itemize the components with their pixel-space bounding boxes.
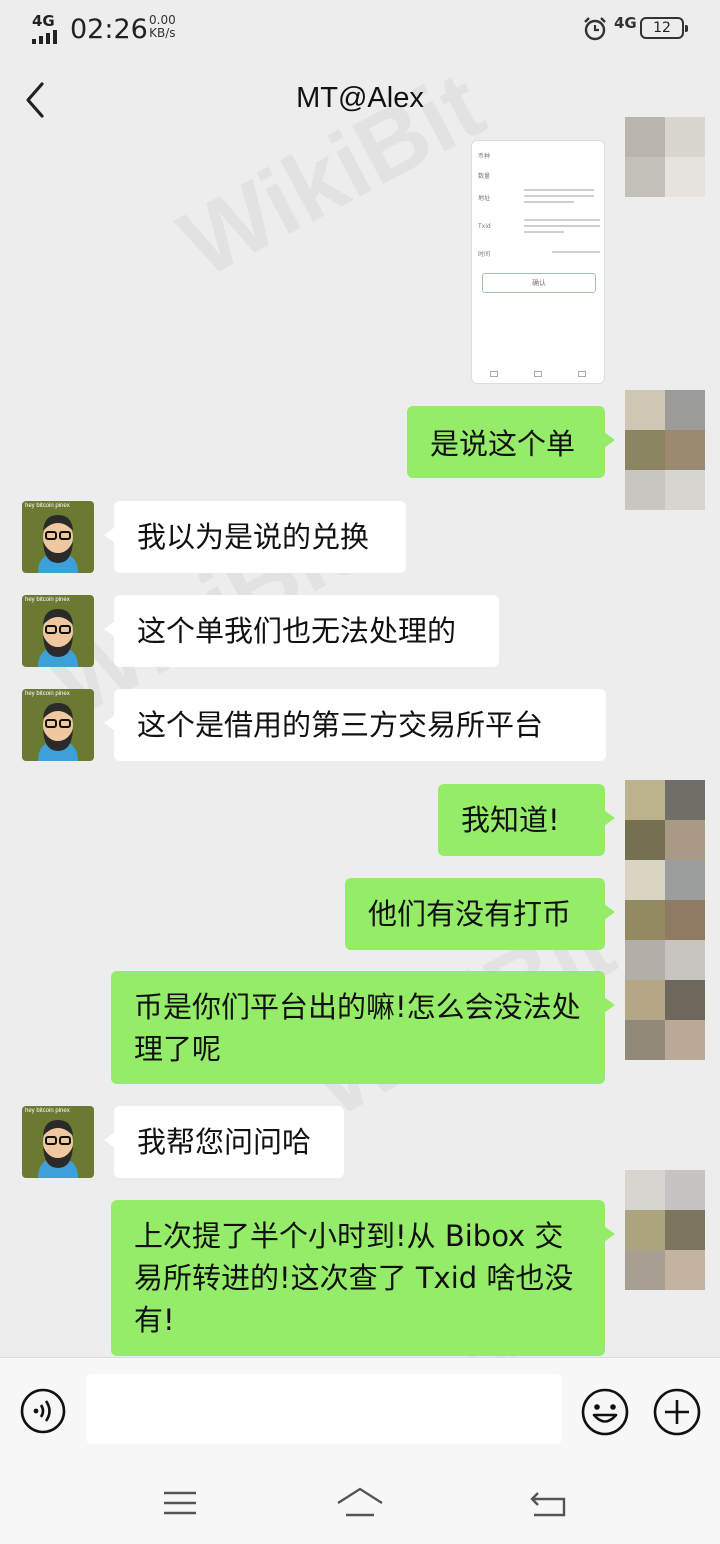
message-input[interactable]	[86, 1374, 562, 1444]
avatar[interactable]: hey bitcoin pinex	[22, 1106, 94, 1178]
message-bubble-sent[interactable]: 他们有没有打币	[345, 878, 615, 950]
chat-title: MT@Alex	[296, 82, 424, 114]
network-speed-unit: KB/s	[149, 26, 176, 40]
message-bubble-sent[interactable]: 币是你们平台出的嘛!怎么会没法处理了呢	[111, 971, 615, 1084]
shared-image-label: 数量	[478, 173, 491, 180]
shared-image-label: 地址	[478, 195, 491, 202]
network-type-left: 4G	[32, 12, 55, 30]
system-nav-bar	[0, 1461, 720, 1544]
avatar-tag: hey bitcoin pinex	[25, 691, 70, 697]
avatar[interactable]: hey bitcoin pinex	[22, 501, 94, 573]
shared-image-label: 时间	[478, 251, 491, 258]
back-icon[interactable]	[528, 1485, 568, 1521]
battery-level: 12	[653, 20, 671, 36]
message-bubble-received[interactable]: 这个单我们也无法处理的	[104, 595, 499, 667]
message-bubble-sent[interactable]: 是说这个单	[407, 406, 615, 478]
battery-icon: 12	[640, 17, 688, 39]
avatar[interactable]: hey bitcoin pinex	[22, 595, 94, 667]
shared-screenshot-image[interactable]: 币种 数量 地址 Txid 时间 确认	[471, 140, 605, 384]
avatar[interactable]: hey bitcoin pinex	[22, 689, 94, 761]
plus-icon[interactable]	[653, 1388, 701, 1436]
avatar-face-icon	[38, 703, 78, 761]
chat-header: MT@Alex	[0, 60, 720, 140]
avatar-tag: hey bitcoin pinex	[25, 1108, 70, 1114]
message-bubble-received[interactable]: 我帮您问问哈	[104, 1106, 344, 1178]
shared-image-nav	[472, 371, 604, 377]
network-speed: 0.00 KB/s	[149, 14, 176, 40]
message-bubble-received[interactable]: 这个是借用的第三方交易所平台	[104, 689, 606, 761]
avatar-face-icon	[38, 515, 78, 573]
message-bubble-sent[interactable]: 上次提了半个小时到!从 Bibox 交易所转进的!这次查了 Txid 啥也没有!	[111, 1200, 615, 1356]
emoji-icon[interactable]	[581, 1388, 629, 1436]
menu-icon[interactable]	[160, 1485, 200, 1521]
blurred-avatar	[625, 1170, 705, 1290]
shared-image-confirm: 确认	[482, 273, 596, 293]
shared-image-label: 币种	[478, 153, 491, 160]
blurred-avatar	[625, 780, 705, 1060]
blurred-avatar	[625, 117, 705, 197]
message-bubble-sent[interactable]: 我知道!	[438, 784, 615, 856]
status-bar: 4G 02:26 0.00 KB/s 4G 12	[0, 0, 720, 56]
blurred-avatar	[625, 390, 705, 510]
voice-icon[interactable]	[20, 1388, 66, 1434]
clock: 02:26	[70, 14, 148, 45]
avatar-tag: hey bitcoin pinex	[25, 503, 70, 509]
avatar-face-icon	[38, 1120, 78, 1178]
alarm-clock-icon	[584, 17, 606, 41]
avatar-face-icon	[38, 609, 78, 667]
signal-icon	[32, 30, 57, 44]
network-type-right: 4G	[614, 14, 637, 32]
message-bubble-received[interactable]: 我以为是说的兑换	[104, 501, 406, 573]
shared-image-label: Txid	[478, 223, 491, 230]
home-icon[interactable]	[336, 1485, 384, 1521]
avatar-tag: hey bitcoin pinex	[25, 597, 70, 603]
input-bar	[0, 1357, 720, 1461]
